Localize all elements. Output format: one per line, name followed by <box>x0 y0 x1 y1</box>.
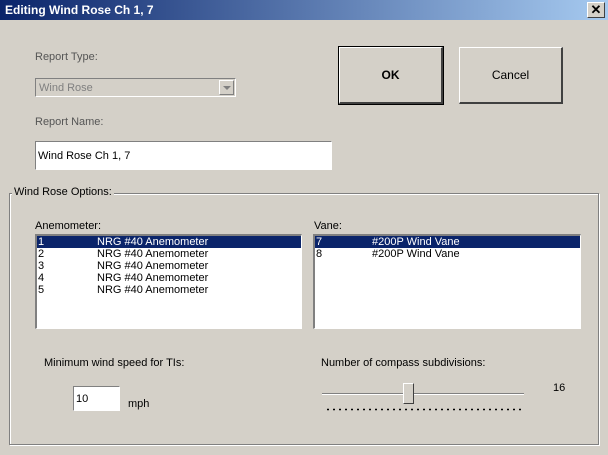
list-item-number: 1 <box>38 236 45 248</box>
compass-slider-thumb[interactable] <box>403 383 414 404</box>
list-item-name: NRG #40 Anemometer <box>97 284 209 296</box>
list-item-name: NRG #40 Anemometer <box>97 272 209 284</box>
compass-subdivisions-value: 16 <box>553 382 566 394</box>
min-wind-speed-input[interactable] <box>73 386 120 411</box>
ok-button[interactable]: OK <box>338 46 444 105</box>
compass-subdivisions-label: Number of compass subdivisions: <box>321 357 486 369</box>
window-title: Editing Wind Rose Ch 1, 7 <box>5 3 154 17</box>
list-item[interactable]: 7 #200P Wind Vane <box>315 236 580 248</box>
list-item-number: 8 <box>316 248 323 260</box>
anemometer-list[interactable]: 1 NRG #40 Anemometer 2 NRG #40 Anemometer 3 N… <box>35 234 302 329</box>
dialog-window: Editing Wind Rose Ch 1, 7 ✕ Report Type:… <box>0 0 608 455</box>
close-icon: ✕ <box>590 2 602 17</box>
compass-slider-track[interactable] <box>322 393 524 395</box>
report-name-input[interactable] <box>35 141 332 170</box>
vane-list[interactable]: 7 #200P Wind Vane 8 #200P Wind Vane <box>313 234 581 329</box>
dropdown-button[interactable] <box>219 80 234 95</box>
list-item[interactable]: 5 NRG #40 Anemometer <box>37 284 301 296</box>
list-item-name: NRG #40 Anemometer <box>97 260 209 272</box>
list-item[interactable]: 4 NRG #40 Anemometer <box>37 272 301 284</box>
report-type-value: Wind Rose <box>39 82 93 94</box>
report-type-label: Report Type: <box>35 51 98 63</box>
list-item-number: 2 <box>38 248 45 260</box>
list-item-number: 4 <box>38 272 45 284</box>
list-item[interactable]: 2 NRG #40 Anemometer <box>37 248 301 260</box>
list-item-name: NRG #40 Anemometer <box>97 236 209 248</box>
list-item-name: NRG #40 Anemometer <box>97 248 209 260</box>
list-item-number: 7 <box>316 236 323 248</box>
report-name-label: Report Name: <box>35 116 104 128</box>
min-wind-speed-label: Minimum wind speed for TIs: <box>44 357 185 369</box>
mph-unit-label: mph <box>128 398 150 410</box>
chevron-down-icon <box>223 86 231 90</box>
list-item[interactable]: 8 #200P Wind Vane <box>315 248 580 260</box>
title-bar[interactable]: Editing Wind Rose Ch 1, 7 ✕ <box>0 0 608 20</box>
list-item-number: 5 <box>38 284 45 296</box>
list-item-name: #200P Wind Vane <box>372 236 460 248</box>
vane-label: Vane: <box>314 220 342 232</box>
close-button[interactable]: ✕ <box>587 2 605 18</box>
list-item-number: 3 <box>38 260 45 272</box>
compass-slider-ticks <box>325 408 525 411</box>
cancel-button[interactable]: Cancel <box>459 47 563 104</box>
list-item[interactable]: 1 NRG #40 Anemometer <box>37 236 301 248</box>
wind-rose-options-title: Wind Rose Options: <box>12 186 114 198</box>
report-type-select[interactable]: Wind Rose <box>35 78 236 97</box>
list-item[interactable]: 3 NRG #40 Anemometer <box>37 260 301 272</box>
anemometer-label: Anemometer: <box>35 220 102 232</box>
list-item-name: #200P Wind Vane <box>372 248 460 260</box>
